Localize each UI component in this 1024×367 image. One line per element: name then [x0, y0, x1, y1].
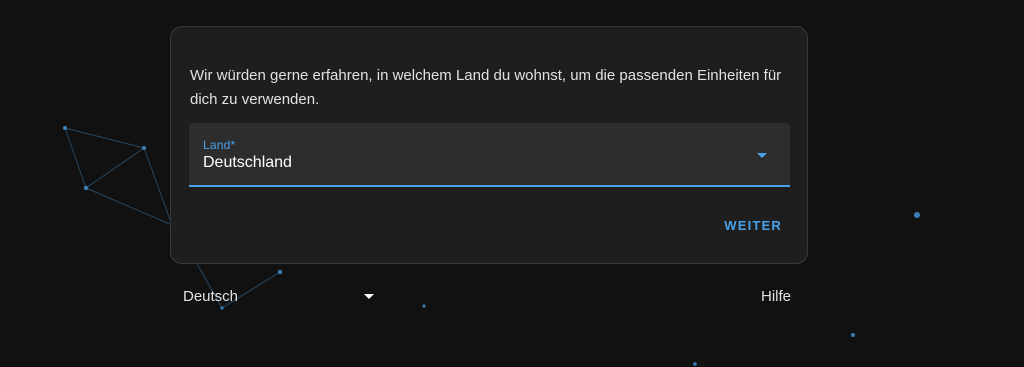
language-select-value: Deutsch: [183, 288, 239, 305]
dropdown-arrow-icon: [364, 294, 374, 299]
dropdown-arrow-icon: [757, 153, 767, 158]
country-dialog: Wir würden gerne erfahren, in welchem La…: [170, 26, 808, 264]
onboarding-screen: Wir würden gerne erfahren, in welchem La…: [0, 0, 1024, 367]
language-select[interactable]: Deutsch: [183, 287, 380, 309]
next-button[interactable]: WEITER: [715, 213, 791, 239]
help-link[interactable]: Hilfe: [761, 288, 791, 305]
intro-text: Wir würden gerne erfahren, in welchem La…: [190, 67, 782, 108]
country-select[interactable]: Land* Deutschland: [189, 123, 790, 187]
country-select-value: Deutschland: [203, 154, 292, 171]
country-select-label: Land*: [203, 138, 236, 152]
